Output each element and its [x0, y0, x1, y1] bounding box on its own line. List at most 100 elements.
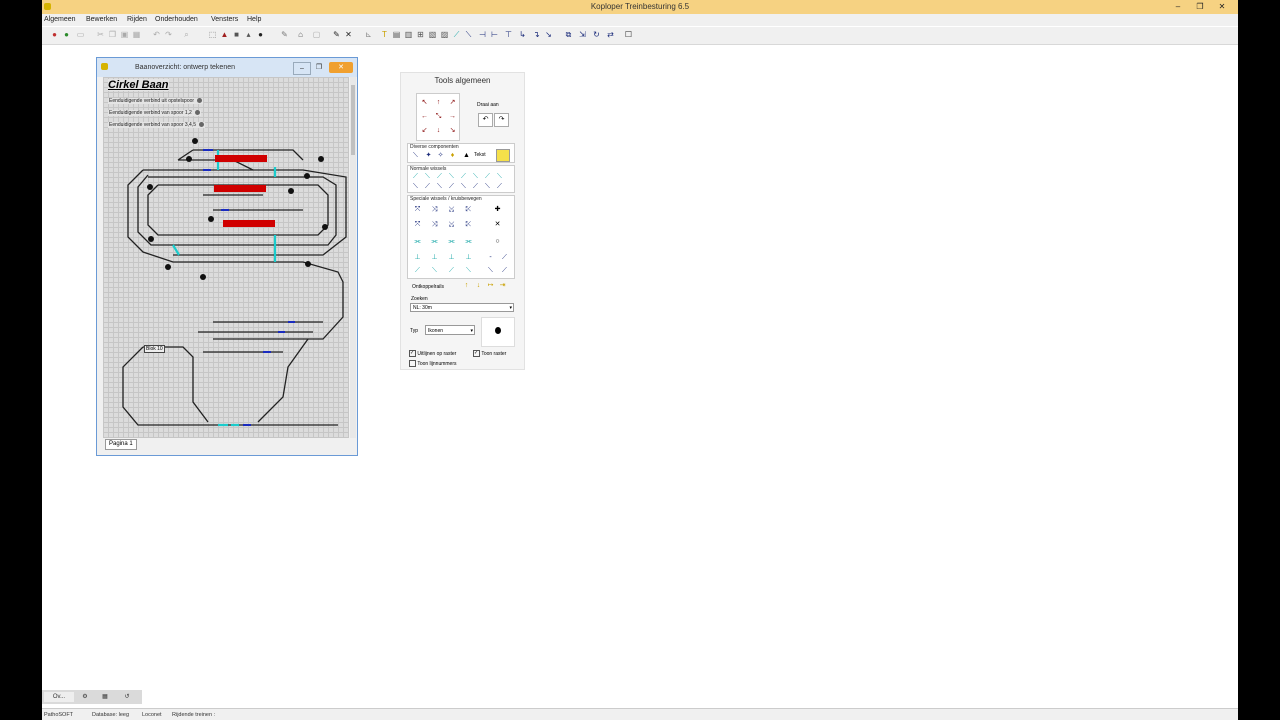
signal-icon[interactable]: ●	[62, 30, 71, 40]
switch-left-icon[interactable]: ⊣	[478, 30, 487, 40]
y-switch-icon[interactable]: ⊥	[430, 254, 439, 262]
switch-icon[interactable]: ⟋	[423, 183, 432, 191]
locomotive-icon[interactable]: ●	[50, 30, 59, 40]
double-slip-icon[interactable]: ⤨	[430, 221, 439, 229]
select-icon[interactable]: ⬚	[208, 30, 217, 40]
menu-rijden[interactable]: Rijden	[127, 16, 147, 23]
y-switch-icon[interactable]: ⊥	[447, 254, 456, 262]
home-icon[interactable]: ⌂	[296, 30, 305, 40]
checkbox-show-grid[interactable]: ✓ Toon raster	[473, 350, 506, 357]
checkbox-icon[interactable]	[409, 360, 416, 367]
task-tab-icon[interactable]: ▦	[98, 692, 112, 702]
child-restore-button[interactable]: ❐	[313, 62, 325, 73]
pencil-icon[interactable]: ✎	[332, 30, 341, 40]
block-icon[interactable]: ▥	[404, 30, 413, 40]
arrow-e-icon[interactable]: →	[448, 113, 457, 121]
three-way-icon[interactable]: ⫘	[413, 238, 422, 246]
page-tab[interactable]: Pagina 1	[105, 439, 137, 450]
arrow-sw-icon[interactable]: ↙	[420, 127, 429, 135]
redo-icon[interactable]: ↷	[164, 30, 173, 40]
cross-icon[interactable]: ✚	[493, 206, 502, 214]
checkbox-align-grid[interactable]: ✓ Uitlijnen op raster	[409, 350, 456, 357]
text-color-swatch[interactable]	[496, 149, 510, 162]
undo-icon[interactable]: ↶	[152, 30, 161, 40]
measure-icon[interactable]: ⊾	[364, 30, 373, 40]
turn-icon[interactable]: ↳	[518, 30, 527, 40]
save-icon[interactable]: ▣	[120, 30, 129, 40]
zoom-icon[interactable]: ⌕	[182, 30, 191, 40]
copy-icon[interactable]: ❐	[108, 30, 117, 40]
arrow-n-icon[interactable]: ↑	[434, 99, 443, 107]
arrow-center-icon[interactable]: ⤡	[434, 113, 443, 121]
task-tab-icon[interactable]: ⚙	[78, 692, 92, 702]
marker-icon[interactable]: ▲	[462, 152, 471, 160]
switch-icon[interactable]: ⟋	[435, 173, 444, 181]
chevron-down-icon[interactable]: ▾	[470, 326, 473, 336]
menu-onderhouden[interactable]: Onderhouden	[155, 16, 198, 23]
arrow-se-icon[interactable]: ↘	[448, 127, 457, 135]
curve-icon[interactable]: ⟋	[413, 267, 422, 275]
grid-icon[interactable]: ▦	[132, 30, 141, 40]
chevron-down-icon[interactable]: ▾	[509, 304, 512, 313]
point-icon[interactable]: ●	[256, 30, 265, 40]
lamp-icon[interactable]: ✧	[436, 152, 445, 160]
copy-track-icon[interactable]: ⧉	[564, 30, 573, 40]
menu-vensters[interactable]: Vensters	[211, 16, 238, 23]
switch-icon[interactable]: ⟍	[495, 173, 504, 181]
arrow-icon[interactable]: ↘	[544, 30, 553, 40]
detector-icon[interactable]: ▧	[428, 30, 437, 40]
decoupler-icon[interactable]: ↑	[462, 282, 471, 290]
switch-icon[interactable]: ⟋	[495, 183, 504, 191]
font-select[interactable]: NL: 30m ▾	[410, 303, 514, 312]
track-teal-icon[interactable]: ⟋	[452, 30, 461, 40]
decoupler-icon[interactable]: ↓	[474, 282, 483, 290]
layout-canvas[interactable]: Cirkel Baan Eenduidigende verbind uit op…	[103, 77, 349, 438]
switch-icon[interactable]: ⟋	[483, 173, 492, 181]
task-tab-icon[interactable]: ↺	[120, 692, 134, 702]
rotate-right-button[interactable]: ↷	[494, 113, 509, 127]
frame-icon[interactable]: ☐	[624, 30, 633, 40]
layers-icon[interactable]: ▤	[392, 30, 401, 40]
loop-icon[interactable]: ↴	[532, 30, 541, 40]
switch-right-icon[interactable]: ⊢	[490, 30, 499, 40]
three-way-icon[interactable]: ⫘	[464, 238, 473, 246]
switch-icon[interactable]: ⟋	[447, 183, 456, 191]
three-way-icon[interactable]: ⫘	[430, 238, 439, 246]
curve-icon[interactable]: ⟋	[500, 267, 509, 275]
three-way-icon[interactable]: ⫘	[447, 238, 456, 246]
switch-icon[interactable]: ⟍	[435, 183, 444, 191]
double-slip-icon[interactable]: ⤧	[413, 221, 422, 229]
arrow-w-icon[interactable]: ←	[420, 113, 429, 121]
rotate-icon[interactable]: ↻	[592, 30, 601, 40]
curve-icon[interactable]: ⟍	[430, 267, 439, 275]
child-minimize-button[interactable]: –	[293, 62, 311, 75]
signal-tool-icon[interactable]: ⊞	[416, 30, 425, 40]
switch-icon[interactable]: ⟋	[471, 183, 480, 191]
switch-icon[interactable]: ⟍	[447, 173, 456, 181]
checkbox-show-line-numbers[interactable]: Toon lijnnummers	[409, 360, 457, 367]
double-slip-icon[interactable]: ⤪	[464, 221, 473, 229]
child-close-button[interactable]: ✕	[329, 62, 353, 73]
print-icon[interactable]: ▭	[76, 30, 85, 40]
block-label[interactable]: Blok 10	[144, 345, 165, 353]
train-icon[interactable]: ▲	[220, 30, 229, 40]
edit-icon[interactable]: ✎	[280, 30, 289, 40]
light-icon[interactable]: ♦	[448, 152, 457, 160]
crossing-switch-icon[interactable]: ⤩	[447, 206, 456, 214]
vertical-scrollbar[interactable]	[350, 77, 356, 438]
minimize-button[interactable]: –	[1168, 1, 1188, 12]
small-track-icon[interactable]: -	[486, 254, 495, 262]
track-layout[interactable]	[103, 77, 349, 438]
menu-bewerken[interactable]: Bewerken	[86, 16, 117, 23]
curve-icon[interactable]: ⟋	[447, 267, 456, 275]
turntable-icon[interactable]: ○	[493, 238, 502, 246]
crossing-switch-icon[interactable]: ⤧	[413, 206, 422, 214]
checkbox-icon[interactable]: ✓	[473, 350, 480, 357]
arrow-s-icon[interactable]: ↓	[434, 127, 443, 135]
switch-icon[interactable]: ⟍	[459, 183, 468, 191]
crossing-icon[interactable]: ⊤	[504, 30, 513, 40]
switch-icon[interactable]: ⟋	[459, 173, 468, 181]
scrollbar-thumb[interactable]	[351, 85, 355, 155]
crossing-switch-icon[interactable]: ⤪	[464, 206, 473, 214]
maximize-button[interactable]: ❐	[1190, 1, 1210, 12]
